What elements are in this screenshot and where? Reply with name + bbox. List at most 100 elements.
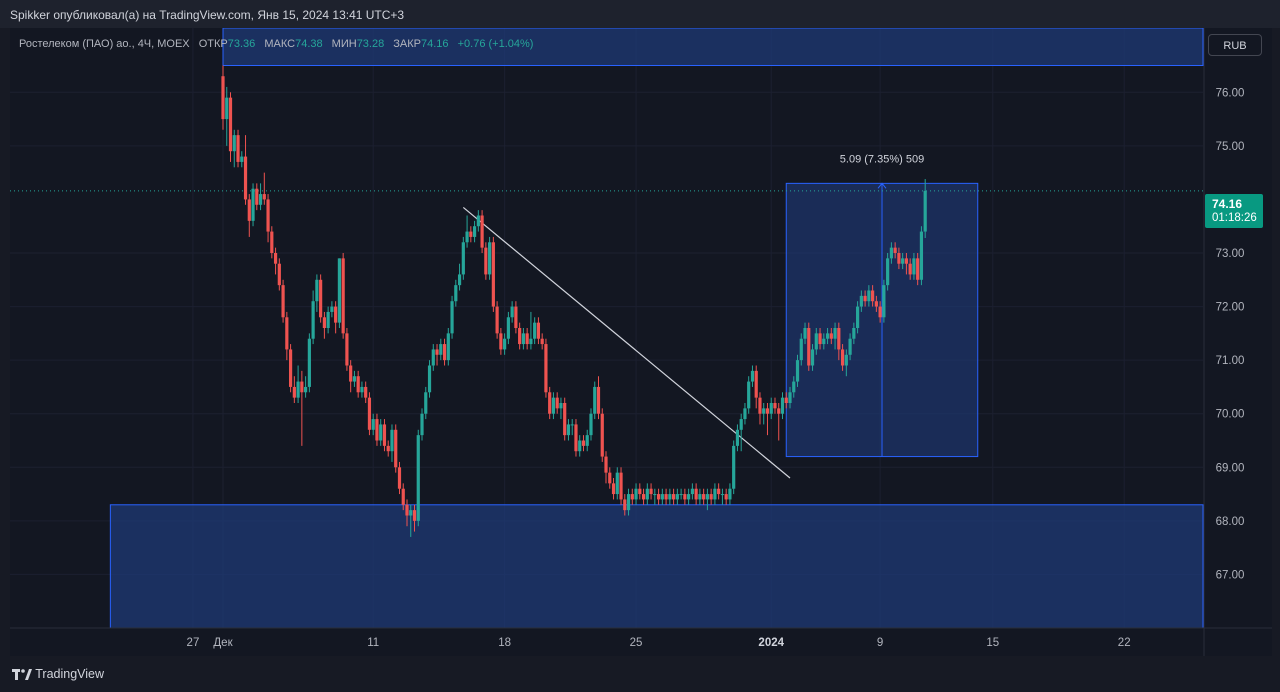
candle-up <box>311 301 315 339</box>
candle-up <box>762 408 766 414</box>
candle-down <box>784 397 788 403</box>
candle-up <box>390 429 394 452</box>
candle-down <box>540 338 544 345</box>
candle-up <box>315 279 319 302</box>
y-tick-label: 67.00 <box>1216 569 1245 581</box>
candle-up <box>593 386 597 414</box>
x-tick-label: 27 <box>187 637 200 649</box>
candle-down <box>491 242 495 307</box>
candle-down <box>255 188 259 205</box>
chart-canvas[interactable]: 5.09 (7.35%) 509 76.00 75.00 73.00 72.00 71.0… <box>10 28 1272 656</box>
candle-down <box>619 472 623 500</box>
tradingview-brand[interactable]: TradingView <box>12 667 104 681</box>
symbol-name[interactable]: Ростелеком (ПАО) ао., 4Ч, MOEX <box>19 38 190 50</box>
x-tick-label: 2024 <box>758 637 784 649</box>
candle-up <box>855 306 860 328</box>
candle-up <box>690 488 694 495</box>
candle-down <box>322 317 326 328</box>
candle-down <box>356 376 360 393</box>
candle-up <box>465 231 469 243</box>
candle-up <box>352 376 357 382</box>
candle-down <box>397 467 402 489</box>
high-label: МАКС <box>264 38 296 50</box>
price-axis <box>1204 28 1272 656</box>
candle-up <box>439 344 443 355</box>
candle-up <box>634 488 638 500</box>
candle-up <box>457 274 462 286</box>
candle-down <box>863 295 867 302</box>
candle-down <box>724 494 728 500</box>
candle-up <box>799 338 803 361</box>
candle-up <box>472 226 477 237</box>
candle-down <box>495 306 499 334</box>
candle-up <box>743 408 747 420</box>
candle-down <box>277 263 281 286</box>
candle-up <box>476 215 480 227</box>
candle-down <box>874 301 878 307</box>
candle-up <box>919 231 924 280</box>
candle-up <box>867 290 871 302</box>
candle-down <box>367 397 372 430</box>
candle-up <box>446 333 450 361</box>
candle-down <box>916 258 920 280</box>
y-tick-label: 68.00 <box>1216 516 1245 528</box>
candle-up <box>454 285 458 302</box>
candle-up <box>431 349 435 366</box>
candle-up <box>521 333 525 345</box>
candle-up <box>923 190 927 232</box>
candle-up <box>803 328 807 339</box>
candle-up <box>232 135 236 152</box>
candle-down <box>266 199 270 232</box>
candle-up <box>852 328 856 339</box>
candle-down <box>709 494 713 500</box>
publish-header: Spikker опубликовал(а) на TradingView.co… <box>0 0 1280 28</box>
candle-down <box>243 156 248 200</box>
candle-up <box>792 381 796 393</box>
candle-up <box>529 338 533 345</box>
candle-down <box>683 494 687 500</box>
footer-bar <box>0 656 1280 692</box>
open-value: 73.36 <box>227 38 256 50</box>
candle-down <box>401 488 405 505</box>
close-label: ЗАКР <box>393 38 422 50</box>
candle-down <box>442 344 447 361</box>
candle-down <box>777 408 781 414</box>
candle-up <box>886 258 890 286</box>
candle-up <box>698 494 702 500</box>
candle-up <box>510 306 514 318</box>
candle-up <box>687 494 691 500</box>
candle-up <box>859 295 863 307</box>
candle-down <box>382 424 387 446</box>
candle-down <box>386 445 390 452</box>
candle-down <box>878 306 882 318</box>
candle-up <box>251 188 255 221</box>
candle-up <box>488 242 492 275</box>
symbol-legend: Ростелеком (ПАО) ао., 4Ч, MOEX ОТКР73.36… <box>19 38 533 50</box>
candle-up <box>720 494 725 496</box>
candle-up <box>705 494 709 500</box>
candle-up <box>645 488 649 500</box>
candle-down <box>228 97 233 152</box>
y-tick-label: 76.00 <box>1216 87 1245 99</box>
y-tick-label: 75.00 <box>1216 141 1245 153</box>
candle-up <box>679 494 683 496</box>
candle-down <box>630 494 634 500</box>
open-label: ОТКР <box>198 38 228 50</box>
candle-down <box>334 306 338 323</box>
candle-down <box>281 285 285 318</box>
bar-countdown: 01:18:26 <box>1212 212 1257 224</box>
candle-down <box>412 510 417 521</box>
candle-down <box>435 349 439 355</box>
candle-up <box>420 413 424 436</box>
low-value: 73.28 <box>356 38 385 50</box>
candle-down <box>773 403 777 409</box>
high-value: 74.38 <box>295 38 323 50</box>
x-tick-label: 15 <box>986 637 999 649</box>
chart-area[interactable]: 5.09 (7.35%) 509 76.00 75.00 73.00 72.00 71.0… <box>10 28 1272 656</box>
currency-button[interactable]: RUB <box>1208 34 1262 56</box>
candle-up <box>307 338 311 387</box>
candle-down <box>837 328 841 350</box>
candle-up <box>825 333 830 339</box>
candle-down <box>364 386 368 398</box>
candle-up <box>739 419 743 430</box>
